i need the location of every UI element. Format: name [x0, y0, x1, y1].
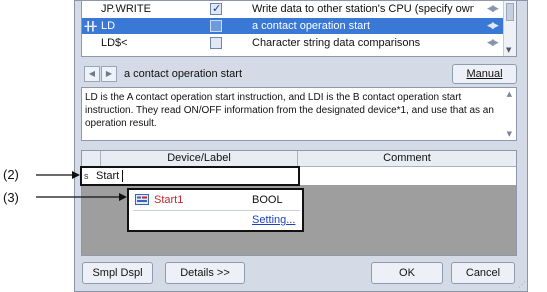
scrollbar-thumb[interactable]	[506, 3, 514, 21]
device-label-input[interactable]	[96, 169, 296, 183]
current-instruction-label: a contact operation start	[124, 68, 243, 80]
instruction-checkbox[interactable]	[210, 1, 222, 17]
instruction-row-ld[interactable]: -|‐|- LD a contact operation start ◀▶	[82, 18, 504, 34]
popup-divider	[133, 210, 300, 211]
label-icon	[135, 194, 149, 205]
manual-button-label: Manual	[466, 68, 503, 80]
instruction-name: LD$<	[101, 37, 128, 49]
instruction-name: LD	[101, 20, 116, 32]
scroll-up-arrow-icon[interactable]: ▲	[507, 90, 512, 98]
next-instruction-button[interactable]: ▶	[101, 66, 117, 82]
callout-suggestion-label: (3)	[3, 190, 19, 205]
label-suggestion-popup: Start1 BOOL Setting...	[127, 188, 304, 232]
instruction-list-scrollbar[interactable]: ▼	[503, 1, 516, 56]
text-cursor	[122, 170, 123, 182]
instruction-checkbox[interactable]	[210, 20, 222, 32]
left-right-arrows-icon: ◀▶	[487, 21, 499, 31]
cancel-button-label: Cancel	[465, 267, 501, 279]
instruction-description: a contact operation start	[252, 20, 371, 32]
left-right-arrows-icon: ◀▶	[487, 38, 499, 48]
operand-grid-header: Device/Label Comment	[82, 151, 516, 167]
manual-button[interactable]: Manual	[452, 64, 517, 84]
suggestion-item[interactable]: Start1 BOOL	[131, 192, 300, 208]
scroll-down-arrow-icon[interactable]: ▼	[507, 130, 512, 138]
instruction-description: Write data to other station's CPU (speci…	[252, 3, 474, 15]
description-text: LD is the A contact operation start inst…	[85, 92, 494, 129]
contact-symbol-icon: -|‐|-	[84, 20, 97, 32]
sample-display-button[interactable]: Smpl Dspl	[82, 262, 153, 284]
setting-link[interactable]: Setting...	[252, 212, 295, 228]
left-right-arrows-icon: ◀▶	[487, 4, 499, 14]
cancel-button[interactable]: Cancel	[451, 262, 515, 284]
instruction-row-ld-string-compare[interactable]: LD$< Character string data comparisons ◀…	[82, 35, 504, 51]
details-button-label: Details >>	[180, 267, 230, 279]
instruction-description-box: LD is the A contact operation start inst…	[81, 87, 517, 141]
previous-instruction-button[interactable]: ◀	[84, 66, 100, 82]
suggestion-data-type: BOOL	[252, 194, 283, 206]
suggestion-label-name: Start1	[154, 194, 184, 206]
scroll-down-arrow-icon[interactable]: ▼	[506, 46, 511, 54]
ok-button[interactable]: OK	[371, 262, 443, 284]
row-marker: s	[84, 171, 89, 181]
details-button[interactable]: Details >>	[165, 262, 245, 284]
device-label-column-header: Device/Label	[100, 151, 298, 166]
instruction-description: Character string data comparisons	[252, 37, 421, 49]
sample-display-button-label: Smpl Dspl	[92, 267, 143, 279]
resize-grip-icon[interactable]: ⋰	[518, 280, 526, 289]
device-label-input-highlight: s	[80, 166, 300, 186]
comment-column-header: Comment	[383, 152, 431, 164]
instruction-list[interactable]: JP.WRITE Write data to other station's C…	[81, 0, 517, 57]
instruction-name: JP.WRITE	[101, 3, 151, 15]
instruction-checkbox[interactable]	[210, 37, 222, 49]
callout-input-label: (2)	[3, 167, 19, 182]
ok-button-label: OK	[399, 267, 415, 279]
instruction-row-jp-write[interactable]: JP.WRITE Write data to other station's C…	[82, 1, 504, 17]
